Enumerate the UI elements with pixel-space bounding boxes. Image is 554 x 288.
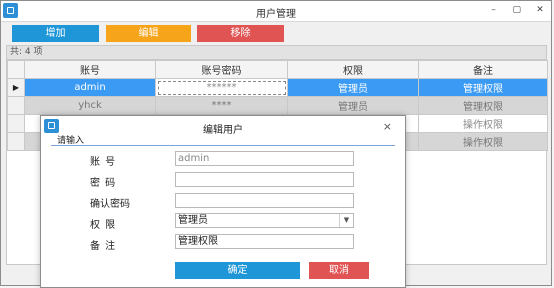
column-header-note[interactable]: 备注 bbox=[418, 60, 548, 79]
account-input[interactable]: admin bbox=[175, 151, 354, 166]
cell-role[interactable]: 管理员 bbox=[287, 78, 419, 97]
title-bar[interactable]: 用户管理 – ▢ ✕ bbox=[1, 1, 551, 22]
chevron-down-icon[interactable]: ▼ bbox=[339, 214, 353, 227]
cell-account[interactable]: yhck bbox=[24, 96, 156, 115]
delete-button[interactable]: 移除 bbox=[197, 25, 284, 42]
confirm-password-label: 确认密码 bbox=[90, 199, 130, 210]
add-button[interactable]: 增加 bbox=[12, 25, 99, 42]
dialog-close-icon[interactable]: × bbox=[383, 120, 392, 133]
cell-account[interactable]: admin bbox=[24, 78, 156, 97]
selected-row-marker-icon[interactable]: ▶ bbox=[7, 78, 25, 97]
edit-button[interactable]: 编辑 bbox=[106, 25, 191, 42]
table-row[interactable]: ▶ admin ****** 管理员 管理权限 bbox=[7, 78, 548, 97]
column-header-account[interactable]: 账号 bbox=[24, 60, 156, 79]
close-icon[interactable]: ✕ bbox=[533, 4, 547, 16]
dialog-title: 编辑用户 bbox=[203, 125, 243, 136]
row-header-corner bbox=[7, 60, 25, 79]
toolbar: 增加 编辑 移除 bbox=[1, 21, 551, 45]
table-header-row: 账号 账号密码 权限 备注 bbox=[7, 60, 548, 79]
account-label: 账 号 bbox=[90, 157, 117, 168]
note-input[interactable]: 管理权限 bbox=[175, 234, 354, 249]
cell-password[interactable]: ****** bbox=[155, 78, 288, 97]
confirm-password-input[interactable] bbox=[175, 193, 354, 208]
table-row[interactable]: yhck **** 管理员 管理权限 bbox=[7, 96, 548, 115]
row-header[interactable] bbox=[7, 96, 25, 115]
cancel-button[interactable]: 取消 bbox=[309, 262, 369, 279]
dialog-title-bar[interactable]: 编辑用户 × bbox=[41, 116, 405, 136]
maximize-icon[interactable]: ▢ bbox=[510, 4, 524, 16]
confirm-button[interactable]: 确定 bbox=[175, 262, 300, 279]
cell-note[interactable]: 操作权限 bbox=[418, 132, 548, 151]
cell-password[interactable]: **** bbox=[155, 96, 288, 115]
note-label: 备 注 bbox=[90, 241, 117, 252]
cell-note[interactable]: 操作权限 bbox=[418, 114, 548, 133]
password-label: 密 码 bbox=[90, 178, 117, 189]
role-select[interactable]: 管理员 ▼ bbox=[175, 213, 354, 228]
window-title: 用户管理 bbox=[256, 9, 296, 20]
window-controls: – ▢ ✕ bbox=[481, 4, 547, 16]
column-header-password[interactable]: 账号密码 bbox=[155, 60, 288, 79]
group-count-bar: 共: 4 项 bbox=[7, 46, 546, 60]
cell-role[interactable]: 管理员 bbox=[287, 96, 419, 115]
cell-note[interactable]: 管理权限 bbox=[418, 78, 548, 97]
password-input[interactable] bbox=[175, 172, 354, 187]
role-label: 权 限 bbox=[90, 220, 117, 231]
role-select-value: 管理员 bbox=[178, 215, 208, 226]
column-header-role[interactable]: 权限 bbox=[287, 60, 419, 79]
row-header[interactable] bbox=[7, 114, 25, 133]
minimize-icon[interactable]: – bbox=[487, 4, 501, 16]
section-divider bbox=[51, 145, 395, 146]
cell-note[interactable]: 管理权限 bbox=[418, 96, 548, 115]
edit-user-dialog: 编辑用户 × 请输入 账 号 admin 密 码 确认密码 权 限 管理员 ▼ … bbox=[40, 115, 406, 288]
row-header[interactable] bbox=[7, 132, 25, 151]
